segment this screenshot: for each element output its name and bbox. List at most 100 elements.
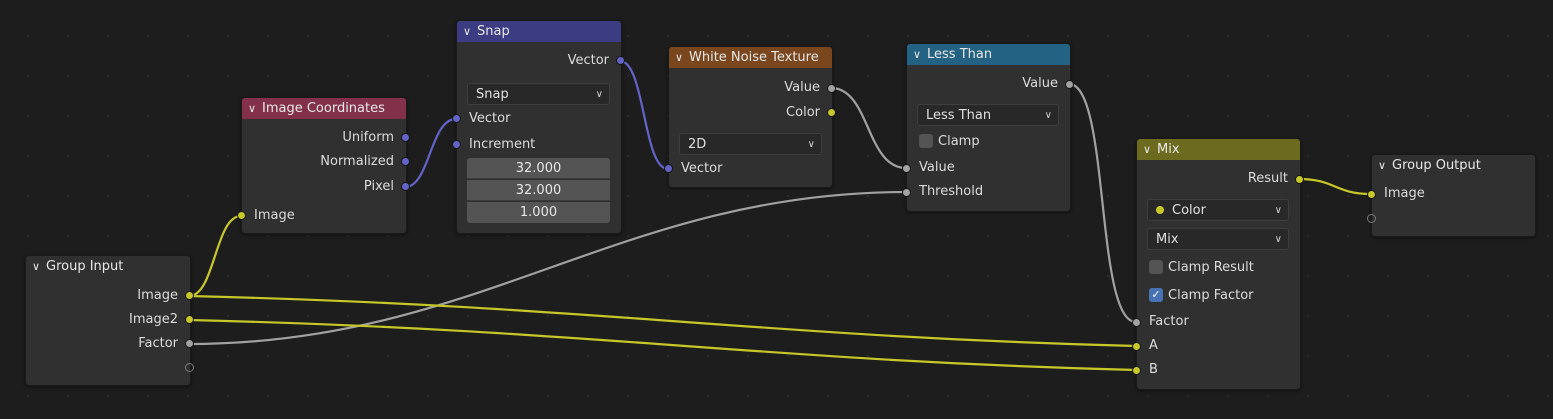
increment-z-field[interactable]: 1.000 bbox=[467, 202, 610, 223]
chevron-down-icon[interactable]: ∨ bbox=[248, 98, 262, 119]
chevron-down-icon[interactable]: ∨ bbox=[1378, 155, 1392, 176]
checkmark-icon: ✓ bbox=[1151, 287, 1161, 301]
socket-pixel-out[interactable] bbox=[401, 182, 410, 191]
node-header[interactable]: ∨ Snap bbox=[457, 21, 621, 42]
node-title: Group Output bbox=[1392, 158, 1481, 173]
less-than-node[interactable]: ∨ Less Than Value Less Than ∨ Clamp Value… bbox=[902, 43, 1074, 212]
clamp-factor-label: Clamp Factor bbox=[1168, 288, 1254, 303]
link-snap-vector-to-noise-vector bbox=[619, 59, 669, 171]
white-noise-texture-node[interactable]: ∨ White Noise Texture Value Color 2D ∨ Ve… bbox=[664, 46, 836, 188]
blend-mode-dropdown[interactable]: Mix ∨ bbox=[1147, 228, 1289, 250]
socket-image2-out[interactable] bbox=[185, 315, 194, 324]
input-image: Image bbox=[254, 208, 295, 223]
socket-vector-in[interactable] bbox=[452, 114, 461, 123]
node-header[interactable]: ∨ Group Output bbox=[1372, 155, 1535, 176]
input-vector: Vector bbox=[469, 111, 511, 126]
socket-result-out[interactable] bbox=[1295, 175, 1304, 184]
clamp-checkbox[interactable] bbox=[919, 133, 933, 148]
chevron-down-icon[interactable]: ∨ bbox=[913, 44, 927, 65]
node-title: Group Input bbox=[46, 259, 124, 274]
socket-uniform-out[interactable] bbox=[401, 133, 410, 142]
clamp-result-checkbox-row[interactable]: Clamp Result bbox=[1149, 258, 1254, 278]
input-increment: Increment bbox=[469, 137, 536, 152]
link-groupinput-image-to-imagecoords bbox=[188, 214, 242, 298]
socket-empty-out[interactable] bbox=[185, 363, 194, 372]
data-type-dropdown[interactable]: Color ∨ bbox=[1147, 199, 1289, 221]
node-title: Snap bbox=[477, 24, 510, 39]
socket-factor-in[interactable] bbox=[1132, 318, 1141, 327]
socket-value-in[interactable] bbox=[902, 164, 911, 173]
image-coordinates-node[interactable]: ∨ Image Coordinates Uniform Normalized Pi… bbox=[237, 97, 410, 234]
node-header[interactable]: ∨ Image Coordinates bbox=[242, 98, 406, 119]
chevron-down-icon: ∨ bbox=[1044, 110, 1052, 121]
link-pixel-to-snap-vector bbox=[404, 117, 457, 189]
output-value: Value bbox=[784, 80, 820, 95]
link-lessthan-value-to-mix-factor bbox=[1068, 82, 1137, 324]
socket-empty-in[interactable] bbox=[1367, 214, 1376, 223]
socket-increment-in[interactable] bbox=[452, 140, 461, 149]
socket-threshold-in[interactable] bbox=[902, 188, 911, 197]
output-vector: Vector bbox=[567, 53, 609, 68]
input-value: Value bbox=[919, 160, 955, 175]
socket-factor-out[interactable] bbox=[185, 339, 194, 348]
socket-b-in[interactable] bbox=[1132, 366, 1141, 375]
input-a: A bbox=[1149, 338, 1158, 353]
link-mix-result-to-groupoutput bbox=[1298, 177, 1372, 196]
node-title: Mix bbox=[1157, 142, 1180, 157]
clamp-result-label: Clamp Result bbox=[1168, 260, 1254, 275]
snap-node[interactable]: ∨ Snap Vector Snap ∨ Vector Increment 32.… bbox=[452, 20, 625, 234]
output-value: Value bbox=[1022, 76, 1058, 91]
clamp-checkbox-row[interactable]: Clamp bbox=[919, 132, 980, 152]
input-factor: Factor bbox=[1149, 314, 1189, 329]
link-groupinput-image-to-mix-a bbox=[188, 294, 1137, 348]
dropdown-value: Less Than bbox=[926, 108, 992, 123]
group-input-node[interactable]: ∨ Group Input Image Image2 Factor bbox=[25, 255, 194, 386]
socket-color-out[interactable] bbox=[827, 108, 836, 117]
chevron-down-icon: ∨ bbox=[1274, 234, 1282, 245]
link-groupinput-image2-to-mix-b bbox=[188, 318, 1137, 372]
output-color: Color bbox=[786, 105, 820, 120]
clamp-result-checkbox[interactable] bbox=[1149, 259, 1163, 274]
output-image: Image bbox=[137, 288, 178, 303]
chevron-down-icon: ∨ bbox=[595, 89, 603, 100]
input-image: Image bbox=[1384, 186, 1425, 201]
group-output-node[interactable]: ∨ Group Output Image bbox=[1367, 154, 1536, 237]
socket-image-in[interactable] bbox=[237, 211, 246, 220]
chevron-down-icon[interactable]: ∨ bbox=[463, 21, 477, 42]
chevron-down-icon: ∨ bbox=[807, 139, 815, 150]
node-header[interactable]: ∨ White Noise Texture bbox=[669, 47, 832, 68]
chevron-down-icon[interactable]: ∨ bbox=[32, 256, 46, 277]
snap-mode-dropdown[interactable]: Snap ∨ bbox=[467, 83, 610, 105]
node-title: Less Than bbox=[927, 47, 993, 62]
node-title: White Noise Texture bbox=[689, 50, 819, 65]
mix-node[interactable]: ∨ Mix Result Color ∨ Mix ∨ Clamp Result ✓… bbox=[1132, 138, 1304, 390]
socket-value-out[interactable] bbox=[1065, 80, 1074, 89]
socket-a-in[interactable] bbox=[1132, 342, 1141, 351]
increment-y-field[interactable]: 32.000 bbox=[467, 180, 610, 201]
clamp-factor-checkbox[interactable]: ✓ bbox=[1149, 287, 1163, 302]
node-header[interactable]: ∨ Less Than bbox=[907, 44, 1070, 65]
clamp-factor-checkbox-row[interactable]: ✓ Clamp Factor bbox=[1149, 286, 1254, 306]
socket-value-out[interactable] bbox=[827, 84, 836, 93]
socket-vector-out[interactable] bbox=[616, 56, 625, 65]
dropdown-value: Mix bbox=[1156, 232, 1179, 247]
output-uniform: Uniform bbox=[342, 130, 394, 145]
operation-dropdown[interactable]: Less Than ∨ bbox=[917, 104, 1059, 126]
chevron-down-icon[interactable]: ∨ bbox=[1143, 139, 1157, 160]
input-b: B bbox=[1149, 362, 1158, 377]
output-image2: Image2 bbox=[129, 312, 178, 327]
increment-x-field[interactable]: 32.000 bbox=[467, 158, 610, 179]
node-title: Image Coordinates bbox=[262, 101, 385, 116]
output-result: Result bbox=[1247, 171, 1288, 186]
node-header[interactable]: ∨ Group Input bbox=[26, 256, 190, 277]
socket-image-in[interactable] bbox=[1367, 190, 1376, 199]
color-socket-icon bbox=[1156, 205, 1164, 214]
chevron-down-icon[interactable]: ∨ bbox=[675, 47, 689, 68]
dimensions-dropdown[interactable]: 2D ∨ bbox=[679, 133, 822, 155]
output-pixel: Pixel bbox=[363, 179, 394, 194]
socket-normalized-out[interactable] bbox=[401, 157, 410, 166]
dropdown-value: 2D bbox=[688, 137, 707, 152]
socket-image-out[interactable] bbox=[185, 291, 194, 300]
socket-vector-in[interactable] bbox=[664, 164, 673, 173]
node-header[interactable]: ∨ Mix bbox=[1137, 139, 1300, 160]
